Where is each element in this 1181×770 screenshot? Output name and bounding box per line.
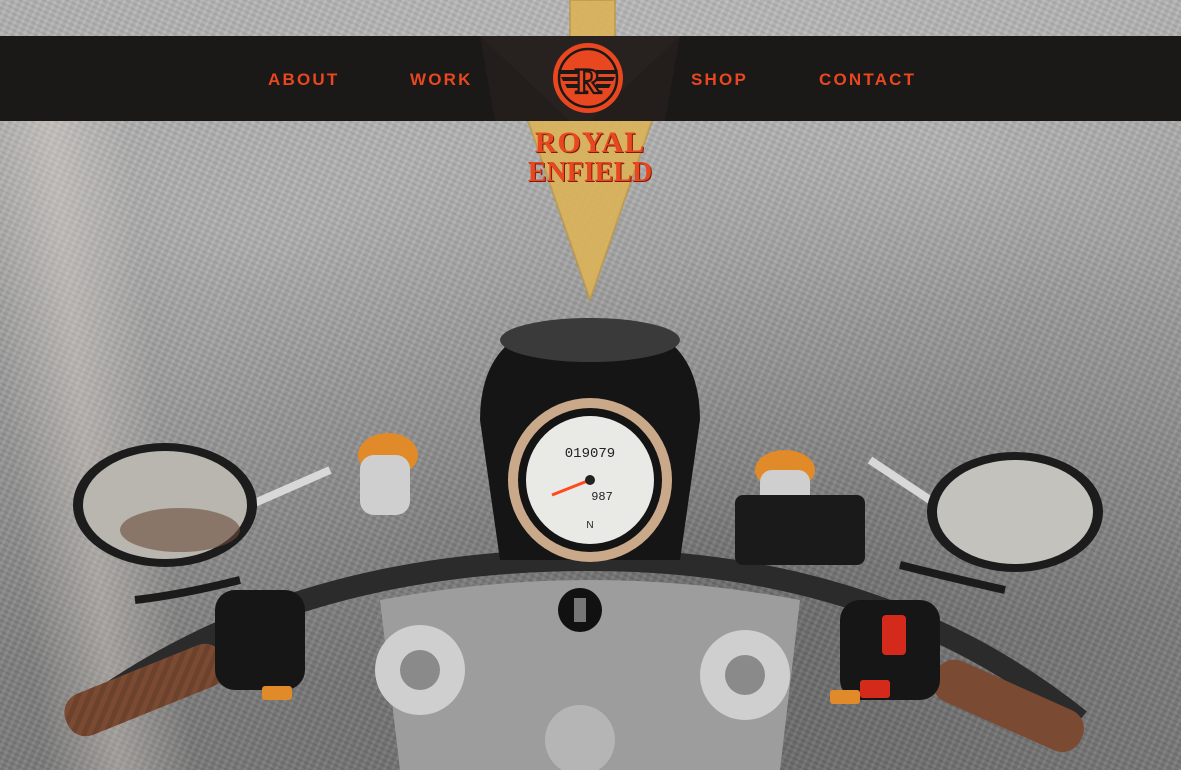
winged-r-badge-icon[interactable]: R [552, 42, 624, 114]
odometer-readout: 019079 [565, 446, 615, 462]
nav-link-work[interactable]: WORK [410, 70, 473, 90]
badge-letter: R [575, 61, 602, 101]
trip-readout: 987 [591, 490, 613, 504]
brand-line-2: ENFIELD [527, 157, 653, 188]
speedo-indicator: N [586, 520, 593, 531]
nav-link-about[interactable]: ABOUT [268, 70, 339, 90]
nav-link-contact[interactable]: CONTACT [819, 70, 916, 90]
left-grip [64, 643, 227, 737]
motorcycle-handlebar-image: 019079 987 N [64, 318, 1103, 770]
brand-line-1: ROYAL [534, 126, 646, 159]
nav-link-shop[interactable]: SHOP [691, 70, 748, 90]
brand-wordmark[interactable]: ROYAL ENFIELD [520, 128, 660, 188]
